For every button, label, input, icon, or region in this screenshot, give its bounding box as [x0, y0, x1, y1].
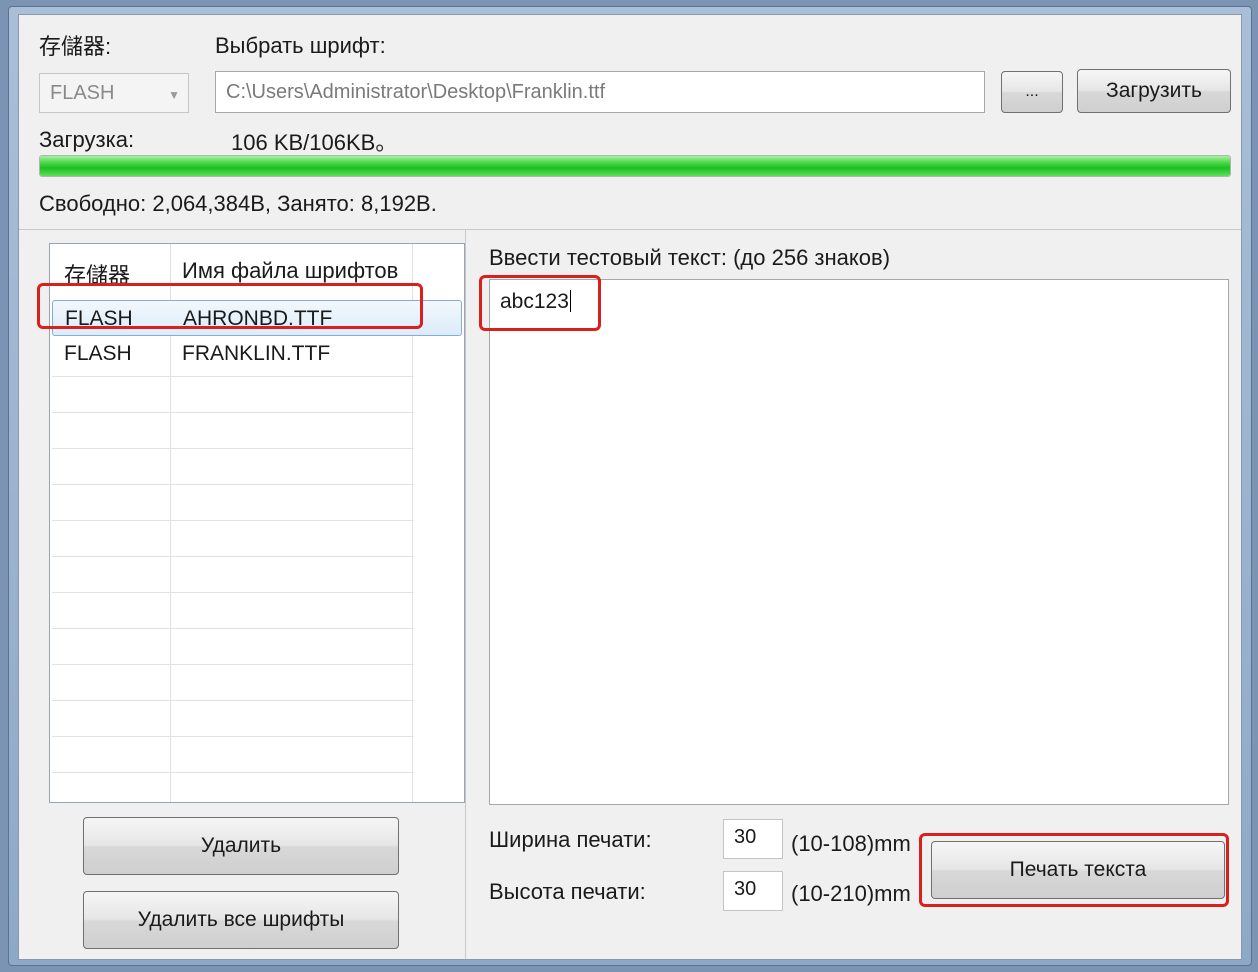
storage-dropdown-value: FLASH — [50, 82, 115, 104]
font-manager-window: 存儲器: Выбрать шрифт: FLASH ▼ ... Загрузит… — [18, 14, 1242, 960]
font-select-label: Выбрать шрифт: — [215, 33, 386, 58]
download-status: 106 KB/106KB。 — [231, 130, 398, 155]
row-filename: FRANKLIN.TTF — [182, 342, 331, 365]
download-label: Загрузка: — [39, 127, 135, 152]
storage-dropdown[interactable]: FLASH ▼ — [39, 73, 189, 113]
upload-button[interactable]: Загрузить — [1077, 69, 1231, 113]
selected-row-highlight — [37, 283, 423, 329]
grid-line — [52, 520, 414, 521]
grid-line — [52, 484, 414, 485]
grid-line — [52, 556, 414, 557]
grid-line — [52, 664, 414, 665]
print-width-label: Ширина печати: — [489, 827, 652, 852]
test-text-label: Ввести тестовый текст: (до 256 знаков) — [489, 245, 891, 270]
grid-line — [52, 736, 414, 737]
divider — [19, 229, 1241, 230]
print-width-range: (10-108)mm — [791, 831, 911, 856]
delete-all-fonts-button[interactable]: Удалить все шрифты — [83, 891, 399, 949]
column-header-filename[interactable]: Имя файла шрифтов — [182, 258, 398, 284]
font-path-input[interactable] — [215, 71, 985, 113]
chevron-down-icon[interactable]: ▼ — [168, 88, 180, 102]
test-text-highlight — [479, 275, 601, 331]
browse-button[interactable]: ... — [1001, 71, 1063, 113]
print-height-input[interactable]: 30 — [723, 871, 783, 911]
grid-line — [52, 448, 414, 449]
storage-label: 存儲器: — [39, 34, 112, 59]
print-height-label: Высота печати: — [489, 879, 646, 904]
grid-line — [52, 412, 414, 413]
print-width-input[interactable]: 30 — [723, 819, 783, 859]
print-button-highlight — [919, 833, 1229, 907]
grid-line — [52, 376, 414, 377]
panel-divider — [465, 229, 466, 959]
grid-line — [52, 772, 414, 773]
table-row[interactable]: FLASH FRANKLIN.TTF — [52, 336, 462, 372]
grid-line — [52, 700, 414, 701]
print-height-range: (10-210)mm — [791, 881, 911, 906]
progress-fill — [40, 156, 1230, 176]
delete-button[interactable]: Удалить — [83, 817, 399, 875]
memory-status: Свободно: 2,064,384B, Занято: 8,192B. — [39, 191, 437, 216]
row-storage: FLASH — [64, 342, 132, 365]
upload-progress-bar — [39, 155, 1231, 177]
grid-line — [52, 592, 414, 593]
test-text-area[interactable]: abc123 — [489, 279, 1229, 805]
grid-line — [52, 628, 414, 629]
